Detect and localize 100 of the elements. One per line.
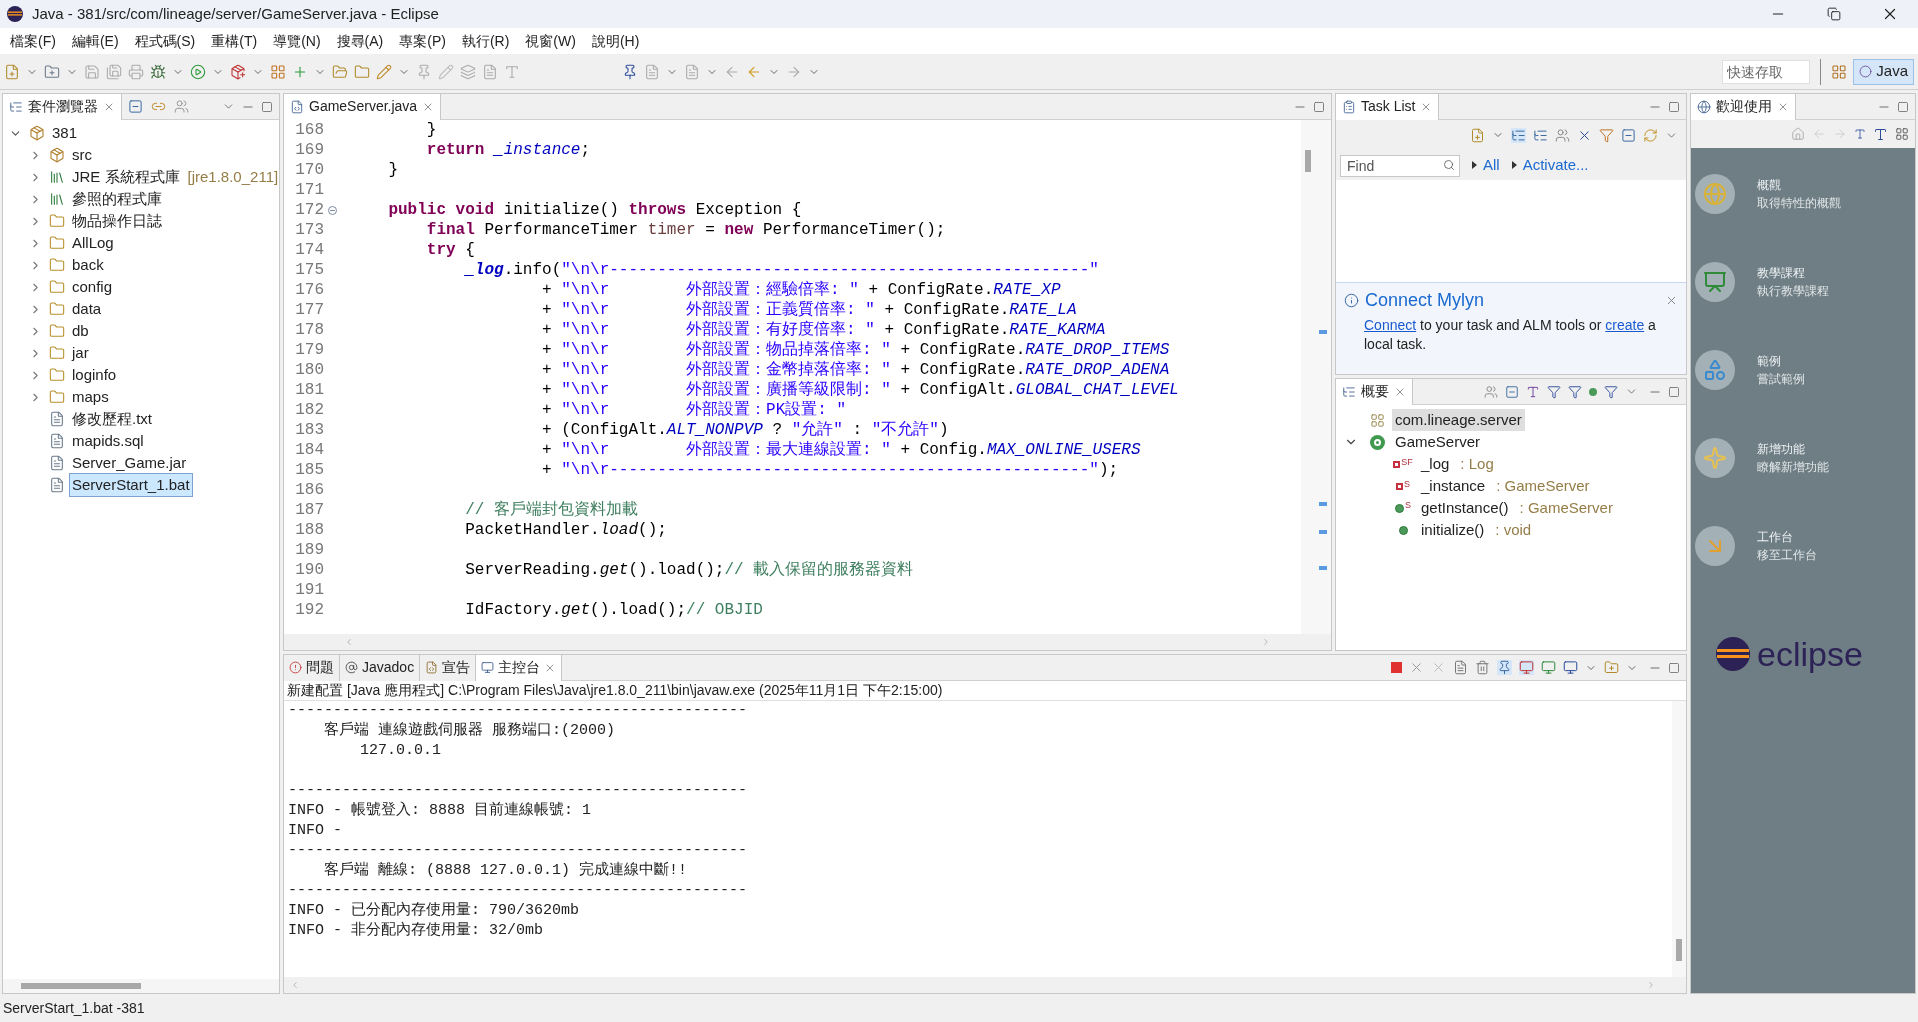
outline-item[interactable]: _log bbox=[1418, 452, 1453, 476]
bug-icon[interactable] bbox=[150, 63, 166, 80]
save-all-icon[interactable] bbox=[106, 63, 122, 80]
people-icon[interactable] bbox=[174, 99, 189, 114]
banner-link[interactable]: Connect bbox=[1364, 317, 1417, 333]
find-field[interactable]: Find bbox=[1340, 155, 1460, 177]
remove-all-icon[interactable] bbox=[1431, 660, 1446, 675]
page-icon[interactable] bbox=[1453, 660, 1468, 675]
filter-icon[interactable] bbox=[1568, 384, 1582, 399]
outline-item[interactable]: initialize() bbox=[1418, 518, 1488, 542]
vertical-scrollbar[interactable] bbox=[1672, 701, 1686, 977]
outline-item[interactable]: com.lineage.server bbox=[1392, 408, 1525, 432]
filter-link[interactable]: All bbox=[1483, 153, 1500, 177]
console-tab[interactable]: 問題 bbox=[284, 654, 340, 681]
maximize-icon[interactable] bbox=[1668, 385, 1680, 398]
console-tab[interactable]: Javadoc bbox=[340, 654, 421, 681]
page-icon[interactable] bbox=[644, 63, 660, 80]
welcome-link[interactable]: 新增功能 bbox=[1757, 440, 1829, 458]
people-icon[interactable] bbox=[1484, 384, 1498, 399]
perspective-button[interactable]: Java bbox=[1853, 58, 1914, 85]
shapes-icon[interactable] bbox=[1695, 350, 1735, 390]
welcome-link[interactable]: 範例 bbox=[1757, 352, 1805, 370]
open-perspective-icon[interactable] bbox=[1831, 63, 1848, 80]
outline-item[interactable]: getInstance() bbox=[1418, 496, 1512, 520]
scroll-right-icon[interactable] bbox=[1646, 980, 1656, 990]
horizontal-scrollbar[interactable] bbox=[284, 634, 1331, 650]
filter-icon[interactable] bbox=[1547, 384, 1561, 399]
new-file-icon[interactable] bbox=[4, 63, 20, 80]
filter-icon[interactable] bbox=[1599, 127, 1614, 143]
tree-icon[interactable] bbox=[1533, 127, 1548, 143]
collapse-all-icon[interactable] bbox=[128, 99, 143, 114]
page-icon[interactable] bbox=[684, 63, 700, 80]
pin-icon[interactable] bbox=[1497, 660, 1512, 675]
banner-link[interactable]: create bbox=[1605, 317, 1645, 333]
layers-icon[interactable] bbox=[460, 63, 476, 80]
grid-icon[interactable] bbox=[270, 63, 286, 80]
outline-item[interactable]: _instance bbox=[1418, 474, 1489, 498]
panel-tab[interactable]: 歡迎使用 bbox=[1691, 93, 1796, 120]
collapse-all-icon[interactable] bbox=[1621, 127, 1636, 143]
vertical-scrollbar[interactable] bbox=[1301, 120, 1315, 634]
save-icon[interactable] bbox=[84, 63, 100, 80]
clear-icon[interactable] bbox=[1475, 660, 1490, 675]
welcome-link[interactable]: 工作台 bbox=[1757, 528, 1817, 546]
menu-item[interactable]: 重構(T) bbox=[203, 30, 266, 52]
scroll-left-icon[interactable] bbox=[290, 980, 300, 990]
scroll-left-icon[interactable] bbox=[344, 637, 354, 647]
layout-icon[interactable] bbox=[1895, 127, 1909, 141]
console-tab[interactable]: 主控台 bbox=[476, 654, 563, 681]
maximize-icon[interactable] bbox=[1668, 661, 1680, 674]
pin-icon[interactable] bbox=[622, 63, 638, 80]
panel-tab[interactable]: 概要 bbox=[1336, 378, 1413, 405]
menu-item[interactable]: 檔案(F) bbox=[2, 30, 64, 52]
maximize-icon[interactable] bbox=[261, 100, 273, 113]
new-task-icon[interactable] bbox=[1470, 127, 1485, 143]
outline-item[interactable]: GameServer bbox=[1392, 430, 1484, 454]
page-icon[interactable] bbox=[482, 63, 498, 80]
remove-icon[interactable] bbox=[1409, 660, 1424, 675]
panel-tab[interactable]: 套件瀏覽器 bbox=[3, 93, 122, 120]
menu-item[interactable]: 程式碼(S) bbox=[126, 30, 204, 52]
restore-icon[interactable] bbox=[1827, 7, 1841, 21]
console-tab[interactable]: 宣告 bbox=[420, 654, 477, 681]
pencil-icon[interactable] bbox=[438, 63, 454, 80]
menu-item[interactable]: 視窗(W) bbox=[517, 30, 584, 52]
menu-item[interactable]: 執行(R) bbox=[453, 30, 518, 52]
search-icon[interactable] bbox=[1443, 159, 1455, 171]
sparkle-icon[interactable] bbox=[1695, 438, 1735, 478]
menu-item[interactable]: 搜尋(A) bbox=[328, 30, 392, 52]
filter-icon[interactable] bbox=[1604, 384, 1618, 399]
package-plus-icon[interactable] bbox=[230, 63, 246, 80]
tree-icon[interactable] bbox=[1511, 127, 1526, 143]
new-console-icon[interactable] bbox=[1604, 660, 1619, 675]
maximize-icon[interactable] bbox=[1897, 100, 1909, 113]
globe-icon[interactable] bbox=[1695, 174, 1735, 214]
folder-icon[interactable] bbox=[354, 63, 370, 80]
home-icon[interactable] bbox=[1791, 127, 1805, 141]
maximize-icon[interactable] bbox=[1313, 100, 1325, 113]
scroll-right-icon[interactable] bbox=[1261, 637, 1271, 647]
welcome-link[interactable]: 概觀 bbox=[1757, 176, 1841, 194]
menu-item[interactable]: 說明(H) bbox=[583, 30, 648, 52]
pencil-icon[interactable] bbox=[376, 63, 392, 80]
monitor-icon[interactable] bbox=[1519, 660, 1534, 675]
filter-link[interactable]: Activate... bbox=[1522, 153, 1589, 177]
menu-item[interactable]: 導覽(N) bbox=[265, 30, 329, 52]
horizontal-scrollbar[interactable] bbox=[284, 977, 1686, 993]
sync-icon[interactable] bbox=[1643, 127, 1658, 143]
welcome-link[interactable]: 教學課程 bbox=[1757, 264, 1829, 282]
whiteboard-icon[interactable] bbox=[1695, 262, 1735, 302]
new-folder-icon[interactable] bbox=[44, 63, 60, 80]
monitor-icon[interactable] bbox=[1541, 660, 1556, 675]
panel-tab[interactable]: Task List bbox=[1336, 93, 1440, 120]
horizontal-scrollbar[interactable] bbox=[3, 979, 279, 993]
panel-tab[interactable]: GameServer.java bbox=[284, 93, 442, 120]
menu-item[interactable]: 編輯(E) bbox=[63, 30, 127, 52]
maximize-icon[interactable] bbox=[1668, 100, 1680, 113]
people-icon[interactable] bbox=[1555, 127, 1570, 143]
monitor-icon[interactable] bbox=[1563, 660, 1578, 675]
collapse-all-icon[interactable] bbox=[1505, 384, 1519, 399]
tree-item[interactable]: ServerStart_1.bat bbox=[69, 472, 193, 498]
font-larger-icon[interactable] bbox=[1873, 126, 1888, 142]
quick-access-field[interactable]: 快速存取 bbox=[1722, 59, 1811, 84]
